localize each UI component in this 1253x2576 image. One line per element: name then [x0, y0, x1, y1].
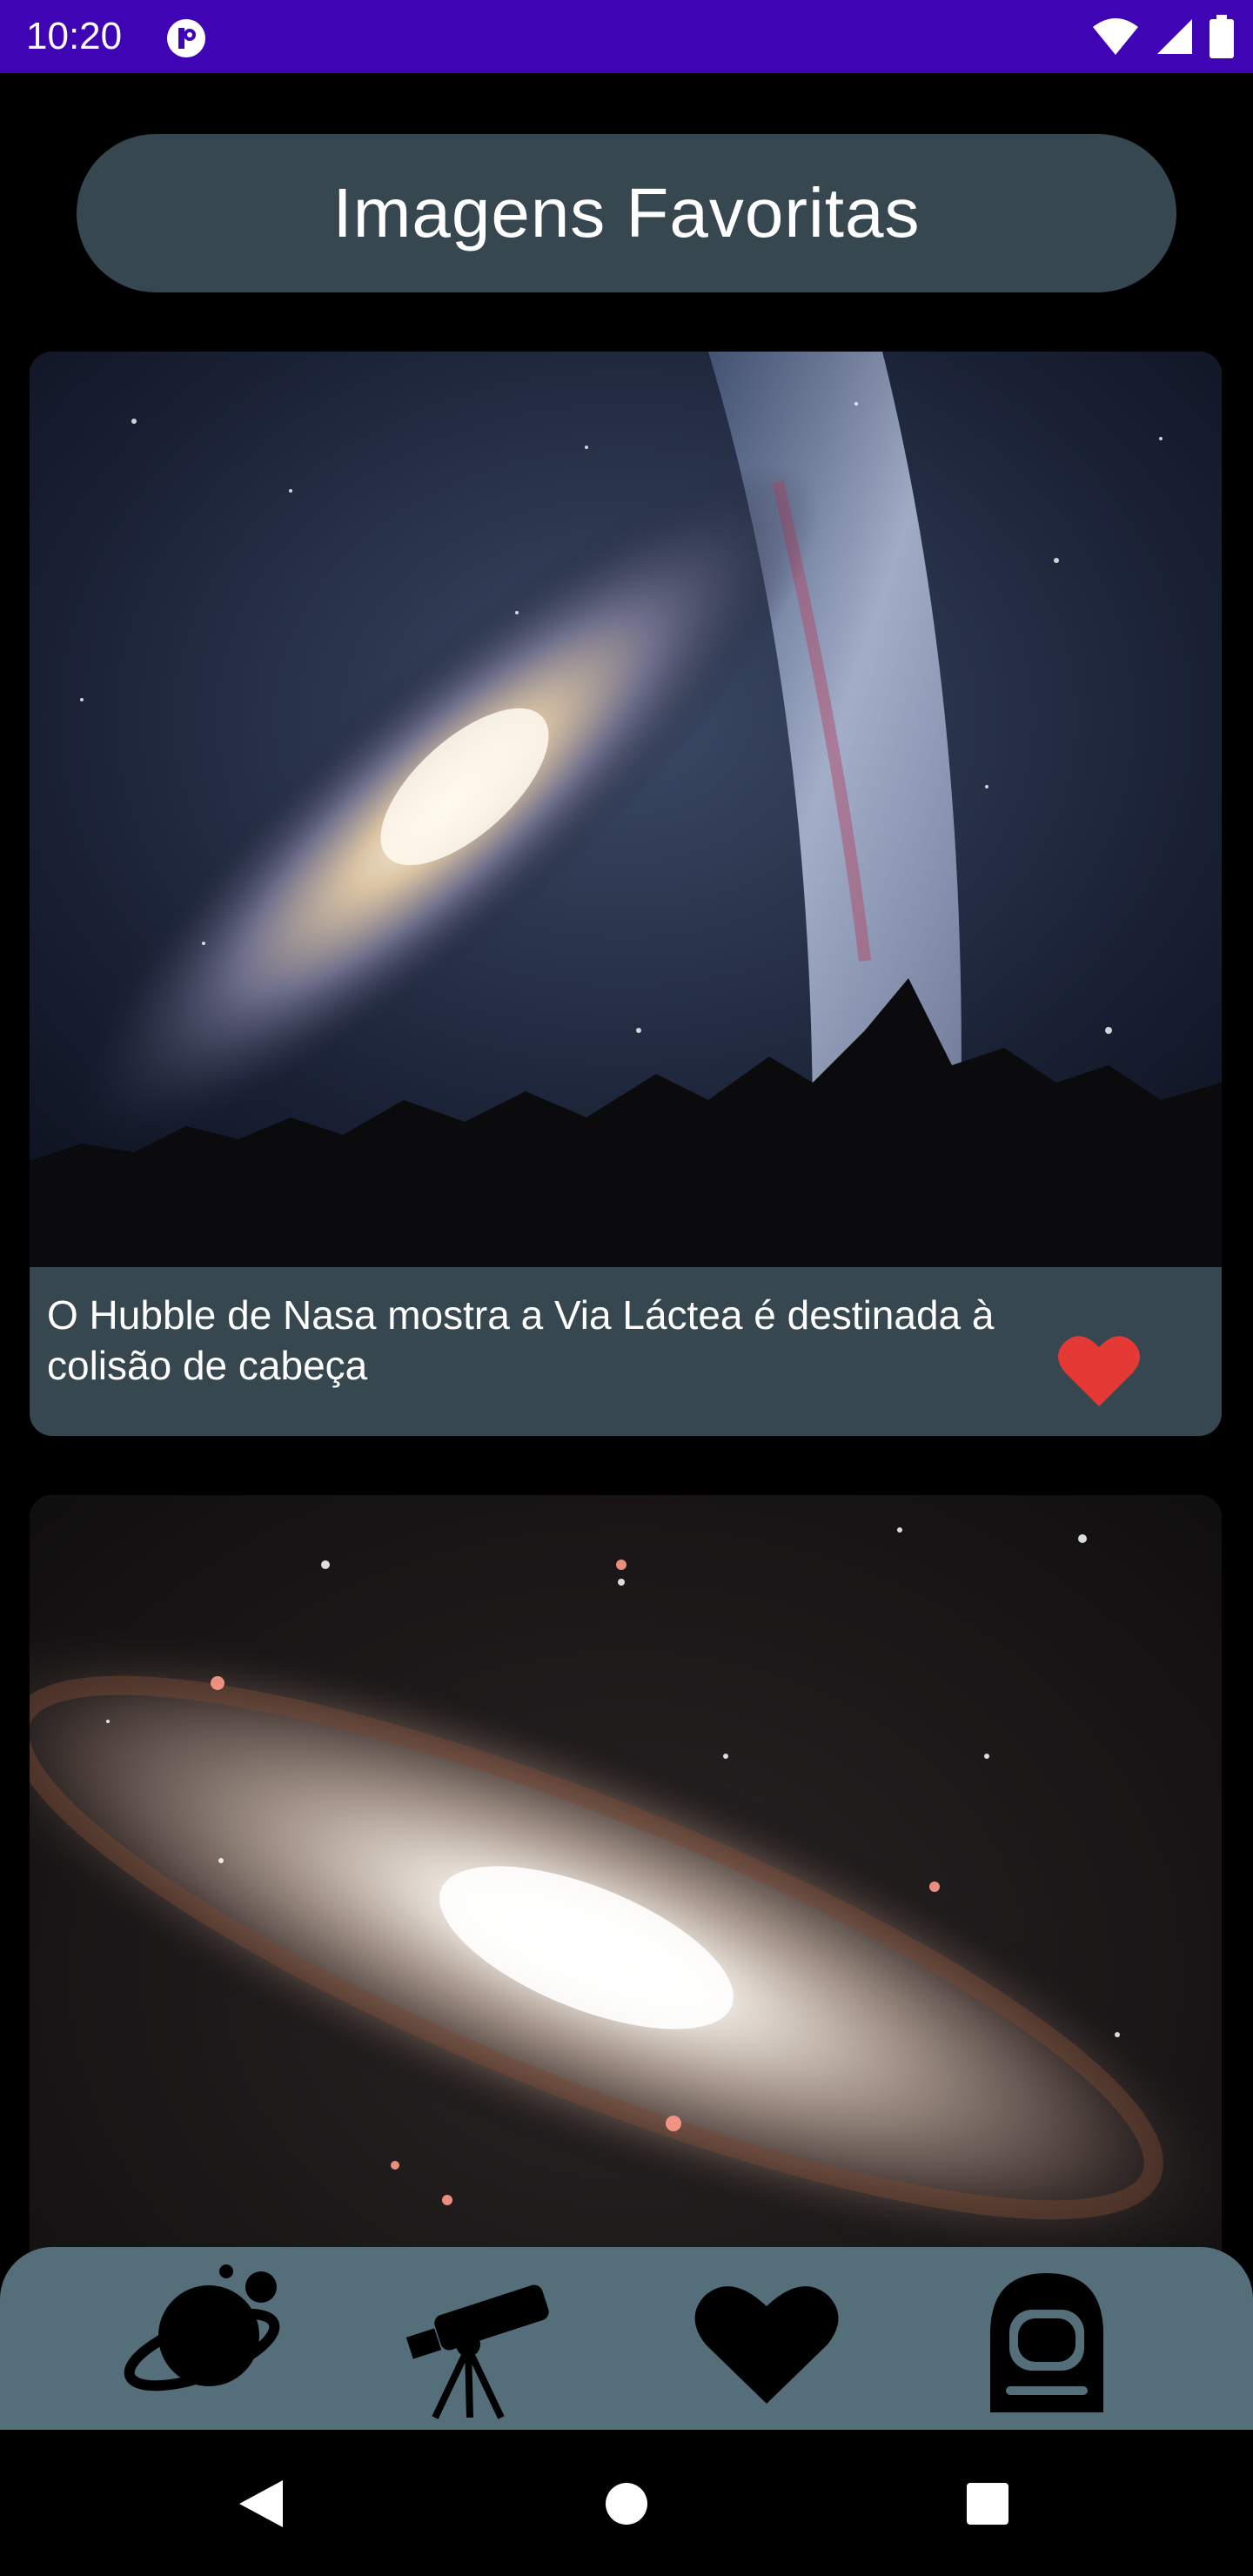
page-title: Imagens Favoritas [332, 174, 921, 252]
astronaut-helmet-icon[interactable] [964, 2264, 1129, 2421]
status-bar: 10:20 [0, 0, 1253, 73]
heart-icon[interactable] [684, 2264, 849, 2421]
telescope-icon[interactable] [400, 2264, 566, 2421]
back-icon[interactable] [222, 2465, 300, 2543]
wifi-icon [1093, 18, 1138, 55]
bottom-navigation [0, 2247, 1253, 2430]
card-caption: O Hubble de Nasa mostra a Via Láctea é d… [47, 1292, 995, 1388]
status-time: 10:20 [26, 15, 123, 57]
cellular-signal-icon [1157, 19, 1192, 54]
galaxy-collision-image [30, 352, 1222, 1267]
planet-icon[interactable] [122, 2264, 287, 2421]
home-icon[interactable] [587, 2465, 666, 2543]
recents-icon[interactable] [948, 2465, 1027, 2543]
favorite-card[interactable]: O Hubble de Nasa mostra a Via Láctea é d… [30, 352, 1222, 1436]
battery-icon [1209, 15, 1234, 58]
system-navigation-bar [0, 2430, 1253, 2576]
header-pill: Imagens Favoritas [77, 134, 1176, 292]
heart-icon[interactable] [1056, 1332, 1142, 1410]
app-notification-icon [167, 19, 205, 57]
